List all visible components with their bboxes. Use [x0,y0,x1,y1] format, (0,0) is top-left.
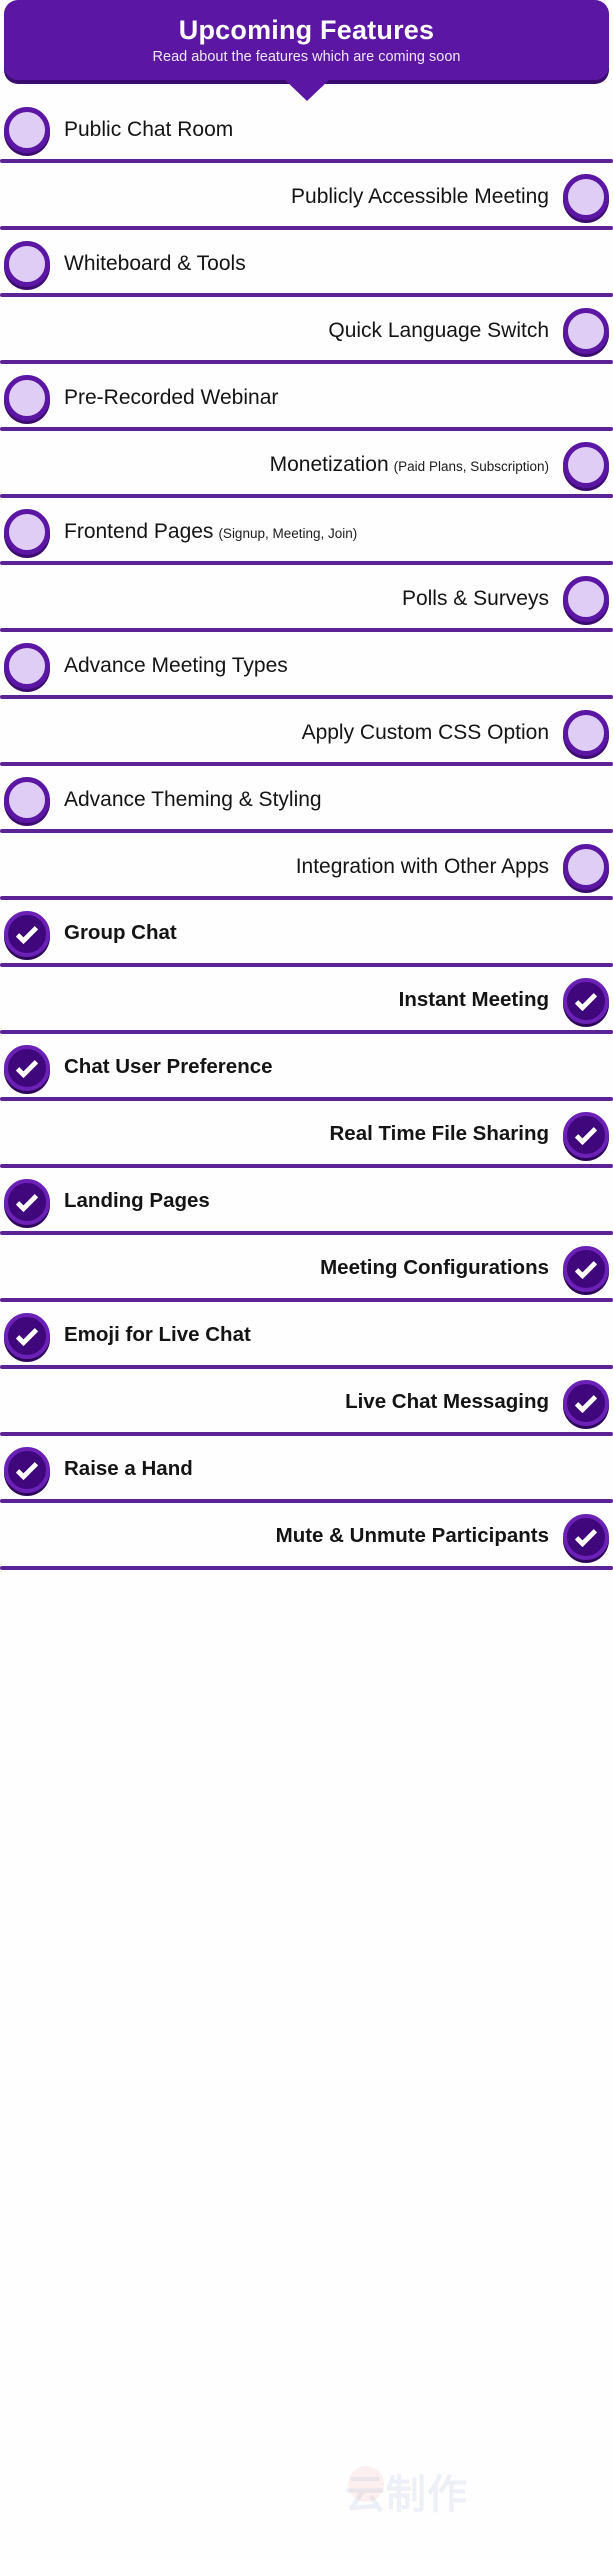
empty-circle-icon [563,709,609,756]
feature-label: Whiteboard & Tools [64,252,246,275]
check-circle-icon [563,1513,609,1560]
header-banner: Upcoming Features Read about the feature… [0,0,613,101]
empty-circle-icon [4,240,50,287]
empty-circle-icon [4,642,50,689]
header-banner-body: Upcoming Features Read about the feature… [4,0,609,80]
feature-row[interactable]: Whiteboard & Tools [0,230,613,297]
feature-label: Monetization (Paid Plans, Subscription) [269,453,549,476]
feature-label: Quick Language Switch [328,319,549,342]
checkmark-icon [574,1524,598,1548]
check-circle-icon [4,1312,50,1359]
checkmark-icon [15,921,39,945]
upcoming-features-page: Upcoming Features Read about the feature… [0,0,613,2560]
feature-label: Meeting Configurations [320,1256,549,1280]
feature-label: Landing Pages [64,1189,210,1213]
check-circle-icon [563,1111,609,1158]
feature-label: Publicly Accessible Meeting [291,185,549,208]
checkmark-icon [15,1323,39,1347]
feature-row[interactable]: Live Chat Messaging [0,1369,613,1436]
feature-row[interactable]: Quick Language Switch [0,297,613,364]
empty-circle-icon [4,106,50,153]
page-subtitle: Read about the features which are coming… [152,49,461,66]
check-circle-icon [4,1044,50,1091]
checkmark-icon [574,1390,598,1414]
feature-label: Group Chat [64,921,177,945]
empty-circle-icon [563,843,609,890]
feature-row[interactable]: Monetization (Paid Plans, Subscription) [0,431,613,498]
empty-circle-icon [563,441,609,488]
feature-row[interactable]: Publicly Accessible Meeting [0,163,613,230]
check-circle-icon [4,1446,50,1493]
checkmark-icon [15,1055,39,1079]
feature-label: Frontend Pages (Signup, Meeting, Join) [64,520,358,543]
checkmark-icon [574,1122,598,1146]
check-circle-icon [4,1178,50,1225]
feature-row[interactable]: Polls & Surveys [0,565,613,632]
feature-sublabel: (Signup, Meeting, Join) [218,526,358,541]
page-title: Upcoming Features [178,15,435,46]
checkmark-icon [574,1256,598,1280]
row-divider [0,1566,613,1570]
feature-row[interactable]: Raise a Hand [0,1436,613,1503]
empty-circle-icon [4,508,50,555]
feature-label: Apply Custom CSS Option [301,721,549,744]
feature-row[interactable]: Real Time File Sharing [0,1101,613,1168]
feature-label: Chat User Preference [64,1055,273,1079]
empty-circle-icon [4,776,50,823]
feature-row[interactable]: Public Chat Room [0,96,613,163]
feature-label: Advance Meeting Types [64,654,288,677]
feature-row[interactable]: Frontend Pages (Signup, Meeting, Join) [0,498,613,565]
feature-label: Public Chat Room [64,118,234,141]
feature-row[interactable]: Group Chat [0,900,613,967]
feature-row[interactable]: Meeting Configurations [0,1235,613,1302]
feature-label: Raise a Hand [64,1457,193,1481]
feature-label: Real Time File Sharing [329,1122,550,1146]
feature-label: Live Chat Messaging [345,1390,549,1414]
empty-circle-icon [563,173,609,220]
check-circle-icon [4,910,50,957]
feature-row[interactable]: Advance Meeting Types [0,632,613,699]
feature-row[interactable]: Mute & Unmute Participants [0,1503,613,1570]
check-circle-icon [563,977,609,1024]
feature-label: Pre-Recorded Webinar [64,386,279,409]
feature-label: Polls & Surveys [401,587,549,610]
feature-label: Advance Theming & Styling [64,788,322,811]
check-circle-icon [563,1379,609,1426]
feature-row[interactable]: Pre-Recorded Webinar [0,364,613,431]
feature-list: Public Chat Room Publicly Accessible Meet… [0,96,613,1570]
empty-circle-icon [563,575,609,622]
feature-row[interactable]: Advance Theming & Styling [0,766,613,833]
feature-sublabel: (Paid Plans, Subscription) [393,459,549,474]
feature-label: Instant Meeting [398,988,549,1012]
feature-row[interactable]: Landing Pages [0,1168,613,1235]
feature-label: Integration with Other Apps [295,855,549,878]
feature-row[interactable]: Chat User Preference [0,1034,613,1101]
watermark-logo-icon [348,2466,384,2502]
check-circle-icon [563,1245,609,1292]
empty-circle-icon [4,374,50,421]
checkmark-icon [574,988,598,1012]
feature-row[interactable]: Apply Custom CSS Option [0,699,613,766]
feature-row[interactable]: Integration with Other Apps [0,833,613,900]
checkmark-icon [15,1457,39,1481]
checkmark-icon [15,1189,39,1213]
feature-row[interactable]: Instant Meeting [0,967,613,1034]
feature-label: Mute & Unmute Participants [275,1524,549,1548]
feature-label: Emoji for Live Chat [64,1323,251,1347]
feature-row[interactable]: Emoji for Live Chat [0,1302,613,1369]
empty-circle-icon [563,307,609,354]
